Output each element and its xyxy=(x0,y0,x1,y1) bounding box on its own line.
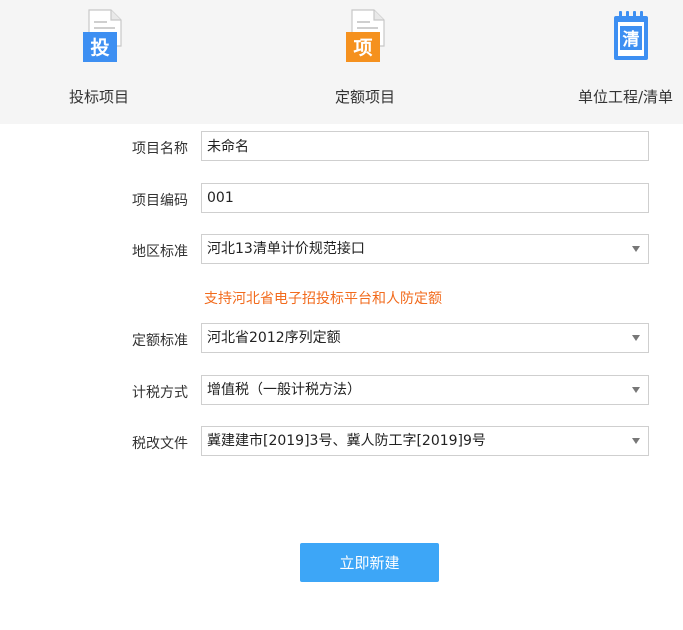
project-name-input[interactable] xyxy=(201,131,649,161)
tax-reform-file-select[interactable]: 冀建建市[2019]3号、冀人防工字[2019]9号 xyxy=(201,426,649,456)
quota-icon-glyph: 项 xyxy=(353,37,372,59)
tab-bid-project-label: 投标项目 xyxy=(69,88,130,106)
region-standard-select[interactable]: 河北13清单计价规范接口 xyxy=(201,234,649,264)
dropdown-arrow-icon xyxy=(632,438,640,444)
tab-unit-bill[interactable]: 清 单位工程/清单 xyxy=(578,0,683,124)
region-standard-value: 河北13清单计价规范接口 xyxy=(207,241,365,257)
create-now-button[interactable]: 立即新建 xyxy=(300,543,439,582)
tax-method-value: 增值税（一般计税方法） xyxy=(207,382,361,398)
tax-reform-file-label: 税改文件 xyxy=(132,436,188,452)
project-name-label: 项目名称 xyxy=(132,141,188,157)
tab-quota-project-label: 定额项目 xyxy=(335,88,396,106)
bid-document-icon: 投 xyxy=(83,9,122,62)
tax-method-select[interactable]: 增值税（一般计税方法） xyxy=(201,375,649,405)
dropdown-arrow-icon xyxy=(632,387,640,393)
quota-standard-label: 定额标准 xyxy=(132,333,188,349)
bid-icon-glyph: 投 xyxy=(90,36,109,59)
quota-standard-value: 河北省2012序列定额 xyxy=(207,330,341,346)
project-code-input[interactable] xyxy=(201,183,649,213)
quota-standard-select[interactable]: 河北省2012序列定额 xyxy=(201,323,649,353)
bill-notepad-icon: 清 xyxy=(614,11,648,60)
tab-quota-project[interactable]: 项 定额项目 xyxy=(325,0,417,124)
dropdown-arrow-icon xyxy=(632,335,640,341)
tax-reform-file-value: 冀建建市[2019]3号、冀人防工字[2019]9号 xyxy=(207,433,486,449)
tab-bid-project[interactable]: 投 投标项目 xyxy=(60,0,152,124)
quota-document-icon: 项 xyxy=(346,9,385,62)
region-standard-label: 地区标准 xyxy=(132,244,188,260)
dropdown-arrow-icon xyxy=(632,246,640,252)
project-code-label: 项目编码 xyxy=(132,193,188,209)
bill-icon-glyph: 清 xyxy=(623,29,640,50)
project-type-tabs: 投 投标项目 项 定额项目 清 单位工程/清单 xyxy=(0,0,683,124)
tax-method-label: 计税方式 xyxy=(132,385,188,401)
tab-unit-bill-label: 单位工程/清单 xyxy=(578,88,674,106)
region-support-hint: 支持河北省电子招投标平台和人防定额 xyxy=(204,291,442,307)
